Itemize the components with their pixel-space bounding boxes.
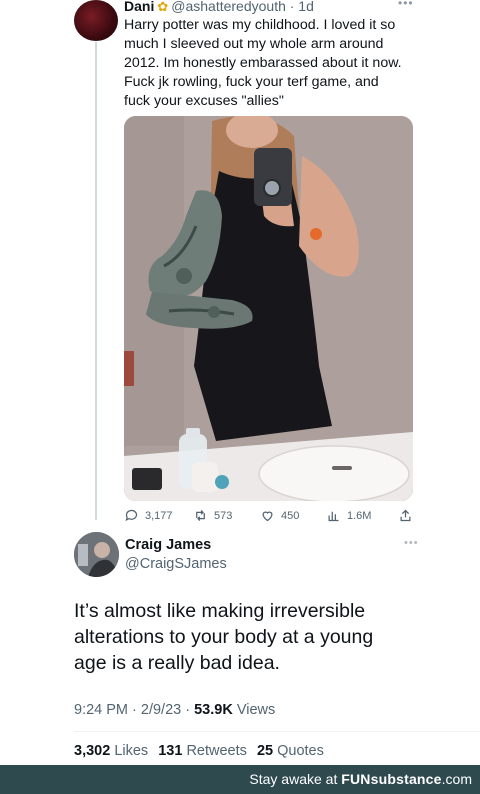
tweet-timestamp-views: 9:24 PM · 2/9/23 · 53.9K Views	[74, 702, 275, 718]
retweets-count: 131	[158, 743, 183, 759]
sunflower-icon: ✿	[157, 0, 169, 14]
like-count: 450	[281, 509, 300, 522]
reply-text-line: Harry potter was my childhood. I loved i…	[124, 17, 396, 33]
avatar[interactable]	[74, 532, 119, 577]
watermark-suffix: .com	[441, 771, 472, 787]
tweet-text-line: age is a really bad idea.	[74, 652, 280, 674]
divider	[74, 731, 480, 732]
reply-button[interactable]: 3,177	[124, 508, 173, 523]
like-button[interactable]: 450	[260, 508, 299, 523]
tweet-text: It’s almost like making irreversible alt…	[74, 598, 454, 676]
reply-header: Dani ✿ @ashatteredyouth · 1d	[124, 0, 314, 15]
attached-photo[interactable]	[124, 116, 413, 501]
share-icon	[400, 509, 411, 522]
tweet-views-label: Views	[232, 702, 276, 718]
profile-photo	[74, 532, 119, 577]
tweet-engagement-stats: 3,302 Likes 131 Retweets 25 Quotes	[74, 743, 324, 759]
retweet-icon	[196, 510, 205, 521]
retweets-stat[interactable]: 131 Retweets	[158, 743, 247, 759]
quotes-stat[interactable]: 25 Quotes	[257, 743, 324, 759]
watermark-text: Stay awake at FUNsubstance.com	[249, 771, 472, 787]
retweet-button[interactable]: 573	[193, 508, 232, 523]
reply-text-line: fuck your excuses "allies"	[124, 93, 284, 109]
comment-icon	[125, 509, 138, 522]
reply-text-line: Fuck jk rowling, fuck your terf game, an…	[124, 74, 379, 90]
reply-action-bar: 3,177 573 450 1.6M	[124, 508, 420, 528]
likes-label: Likes	[110, 743, 149, 759]
tweet-views-count: 53.9K	[194, 702, 233, 718]
reply-count: 3,177	[145, 509, 173, 522]
reply-text: Harry potter was my childhood. I loved i…	[124, 16, 424, 111]
likes-count: 3,302	[74, 743, 111, 759]
bar-chart-icon	[328, 511, 339, 522]
watermark-brand: FUNsubstance	[341, 771, 442, 787]
avatar[interactable]	[74, 0, 118, 41]
likes-stat[interactable]: 3,302 Likes	[74, 743, 148, 759]
ellipsis-icon[interactable]: •••	[398, 0, 414, 10]
views-button[interactable]: 1.6M	[326, 508, 371, 523]
tweet-text-line: It’s almost like making irreversible	[74, 600, 366, 622]
tweet-author-handle[interactable]: @CraigSJames	[125, 556, 227, 572]
quotes-label: Quotes	[273, 743, 324, 759]
heart-icon	[262, 511, 273, 522]
reply-handle-time[interactable]: @ashatteredyouth · 1d	[171, 0, 314, 14]
retweet-count: 573	[214, 509, 233, 522]
ellipsis-icon[interactable]: •••	[404, 537, 419, 549]
mirror-selfie-image	[124, 116, 413, 501]
watermark-prefix: Stay awake at	[249, 771, 342, 787]
tweet-timestamp[interactable]: 9:24 PM · 2/9/23 ·	[74, 702, 194, 718]
quotes-count: 25	[256, 743, 274, 759]
reply-text-line: much I sleeved out my whole arm around	[124, 36, 384, 52]
view-count: 1.6M	[347, 509, 372, 522]
reply-text-line: 2012. Im honestly embarassed about it no…	[124, 55, 402, 71]
tweet-author-name[interactable]: Craig James	[125, 537, 211, 553]
tweet-text-line: alterations to your body at a young	[74, 626, 374, 648]
share-button[interactable]	[398, 508, 413, 523]
reply-author-name[interactable]: Dani	[124, 0, 154, 14]
thread-line	[95, 42, 97, 520]
watermark-bar: Stay awake at FUNsubstance.com	[0, 765, 480, 794]
retweets-label: Retweets	[182, 743, 247, 759]
